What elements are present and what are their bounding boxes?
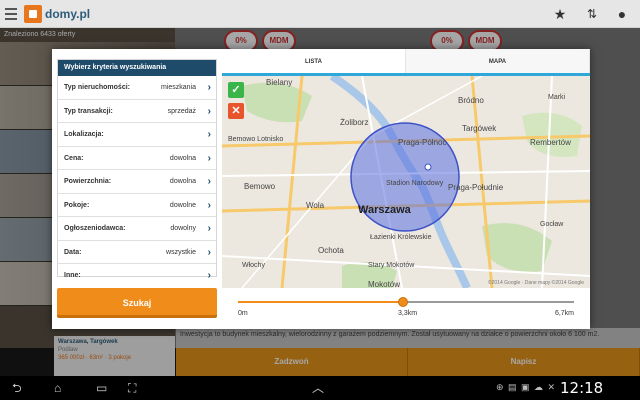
map-label: Bródno — [458, 96, 484, 105]
map-label: Bemowo — [244, 182, 276, 191]
status-icons: ⊕ ▤ ▣ ☁ ✕ — [496, 382, 557, 392]
home-icon[interactable]: ⌂ — [54, 380, 61, 396]
map-label: Wola — [306, 201, 325, 210]
map-label: Praga-Południe — [448, 183, 504, 192]
up-arrow-icon[interactable]: ︿ — [312, 380, 324, 396]
chevron-right-icon: › — [207, 270, 211, 281]
criteria-label: Typ transakcji: — [64, 107, 113, 115]
menu-icon[interactable] — [5, 8, 17, 20]
slider-max-label: 6,7km — [554, 310, 574, 317]
close-icon[interactable]: ✕ — [228, 103, 244, 119]
tab-list[interactable]: LISTA — [222, 49, 406, 73]
chevron-right-icon: › — [207, 246, 211, 258]
criteria-advertiser[interactable]: Ogłoszeniodawca: dowolny › — [58, 217, 216, 241]
criteria-area[interactable]: Powierzchnia: dowolna › — [58, 170, 216, 194]
map-label: Ochota — [318, 246, 344, 255]
map-label: Łazienki Królewskie — [370, 234, 432, 241]
criteria-label: Ogłoszeniodawca: — [64, 225, 126, 232]
view-tabs: LISTA MAPA — [222, 49, 590, 76]
criteria-value: sprzedaż — [167, 107, 196, 115]
slider-fill — [238, 301, 403, 303]
criteria-value: mieszkania — [160, 84, 196, 91]
sort-icon[interactable]: ⇅ — [584, 6, 600, 22]
search-dialog: Wybierz kryteria wyszukiwania Typ nieruc… — [52, 49, 590, 329]
slider-value-label: 3,3km — [398, 310, 418, 317]
map-label: Bemowo Lotnisko — [228, 136, 284, 143]
criteria-label: Pokoje: — [64, 201, 90, 209]
action-bar: domy.pl ★ ⇅ ● — [0, 0, 640, 28]
chevron-right-icon: › — [207, 199, 211, 211]
search-button[interactable]: Szukaj — [57, 288, 217, 318]
criteria-property-type[interactable]: Typ nieruchomości: mieszkania › — [58, 76, 216, 100]
radius-slider[interactable]: 0m 3,3km 6,7km — [222, 288, 590, 329]
criteria-label: Inne: — [64, 272, 81, 279]
app-logo[interactable]: domy.pl — [24, 4, 90, 24]
screenshot-icon[interactable]: ⛶ — [128, 380, 136, 396]
criteria-price[interactable]: Cena: dowolna › — [58, 147, 216, 170]
criteria-rooms[interactable]: Pokoje: dowolne › — [58, 194, 216, 217]
criteria-value: dowolna — [169, 178, 196, 185]
criteria-label: Data: — [64, 248, 82, 256]
criteria-label: Typ nieruchomości: — [64, 84, 130, 91]
logo-house-icon — [24, 5, 42, 23]
map-view[interactable]: ✓ ✕ Bielany Żoliborz Praga-Północ Targów… — [222, 76, 590, 288]
criteria-transaction-type[interactable]: Typ transakcji: sprzedaż › — [58, 100, 216, 123]
recent-apps-icon[interactable]: ▭ — [96, 380, 107, 396]
chevron-right-icon: › — [207, 176, 211, 187]
map-label: Bielany — [266, 78, 293, 87]
criteria-label: Powierzchnia: — [64, 178, 112, 185]
map-label: Mokotów — [368, 280, 401, 288]
criteria-value: dowolne — [169, 201, 196, 209]
chevron-right-icon: › — [207, 129, 211, 140]
app-root: domy.pl ★ ⇅ ● Znaleziono 6433 oferty 0% … — [0, 0, 640, 400]
criteria-panel: Wybierz kryteria wyszukiwania Typ nieruc… — [57, 59, 217, 281]
map-label: Gocław — [540, 221, 564, 228]
chevron-right-icon: › — [207, 152, 211, 164]
criteria-label: Lokalizacja: — [64, 131, 104, 138]
criteria-label: Cena: — [64, 154, 84, 162]
criteria-value: dowolna — [169, 154, 196, 162]
clock: 12:18 — [560, 379, 604, 397]
criteria-date[interactable]: Data: wszystkie › — [58, 241, 216, 264]
criteria-header: Wybierz kryteria wyszukiwania — [58, 60, 216, 76]
map-label: Marki — [548, 94, 566, 101]
back-icon[interactable]: ⮌ — [12, 380, 22, 396]
criteria-location[interactable]: Lokalizacja: › — [58, 123, 216, 147]
tab-map[interactable]: MAPA — [406, 49, 590, 73]
logo-text: domy.pl — [45, 7, 91, 21]
map-city-label: Warszawa — [358, 204, 411, 216]
map-label: Praga-Północ — [398, 138, 447, 147]
map-label: Włochy — [242, 262, 265, 269]
map-label: Stary Mokotów — [368, 262, 415, 269]
criteria-value: wszystkie — [166, 248, 196, 256]
chevron-right-icon: › — [207, 105, 211, 117]
slider-handle[interactable] — [397, 297, 408, 307]
map-label: Targówek — [462, 124, 497, 133]
slider-min-label: 0m — [238, 310, 248, 317]
chevron-right-icon: › — [207, 223, 211, 234]
checkmark-icon[interactable]: ✓ — [228, 82, 244, 98]
system-nav-bar: ⮌ ⌂ ▭ ⛶ ︿ ⊕ ▤ ▣ ☁ ✕ 12:18 — [0, 376, 640, 400]
star-icon[interactable]: ★ — [552, 6, 568, 22]
criteria-value: dowolny — [170, 225, 196, 232]
chevron-right-icon: › — [207, 82, 211, 93]
map-attribution: ©2014 Google · Dane mapy ©2014 Google — [487, 280, 584, 286]
map-pin-icon[interactable]: ● — [614, 6, 630, 22]
map-label: Żoliborz — [340, 118, 369, 127]
map-label: Rembertów — [530, 138, 571, 147]
criteria-other[interactable]: Inne: › — [58, 264, 216, 288]
map-label: Stadion Narodowy — [386, 180, 444, 187]
